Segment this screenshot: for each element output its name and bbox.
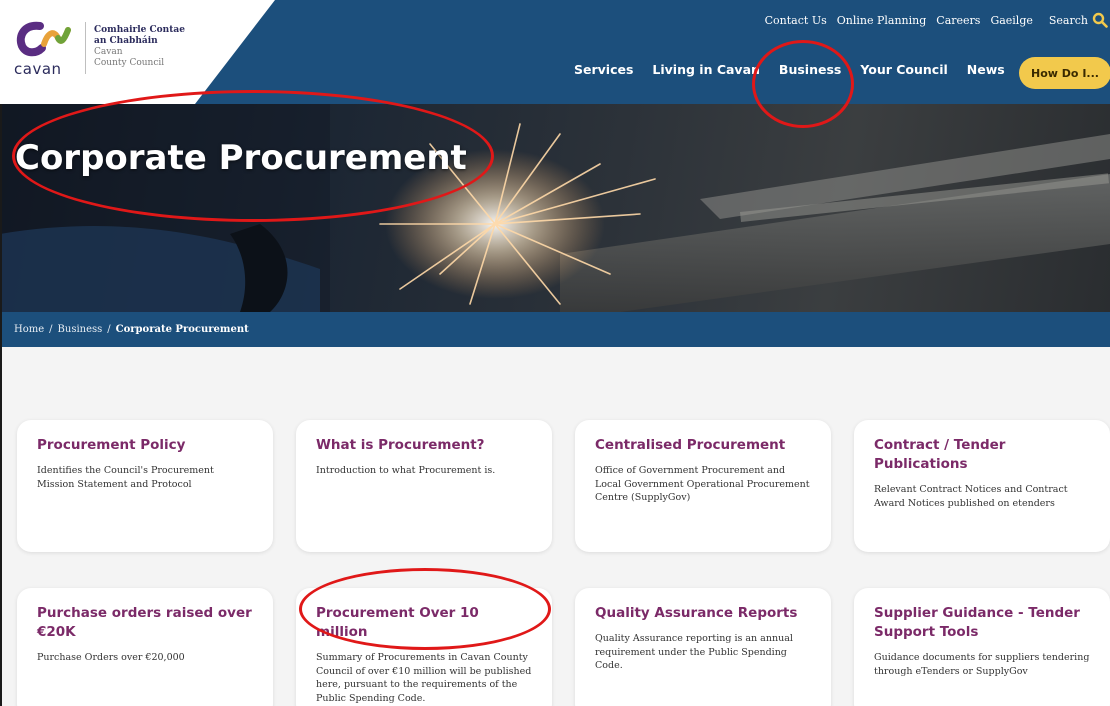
nav-your-council[interactable]: Your Council — [860, 62, 947, 77]
nav-business[interactable]: Business — [779, 62, 841, 77]
util-link-gaeilge[interactable]: Gaeilge — [990, 14, 1032, 27]
card-title: Quality Assurance Reports — [595, 605, 798, 621]
logo-divider — [85, 22, 86, 74]
card-description: Office of Government Procurement and Loc… — [595, 465, 810, 503]
logo-english-line-2: County Council — [94, 58, 165, 68]
card-centralised-procurement[interactable]: Centralised Procurement Office of Govern… — [575, 420, 831, 552]
search-icon — [1092, 12, 1108, 28]
hero-banner: Corporate Procurement — [0, 104, 1110, 312]
card-description: Guidance documents for suppliers tenderi… — [874, 652, 1090, 677]
card-description: Quality Assurance reporting is an annual… — [595, 633, 793, 671]
nav-news[interactable]: News — [967, 62, 1005, 77]
site-header: cavan Comhairle Contae an Chabháin Cavan… — [0, 0, 1110, 104]
card-title: Centralised Procurement — [595, 437, 786, 453]
card-description: Introduction to what Procurement is. — [316, 465, 496, 476]
card-title: Purchase orders raised over €20K — [37, 605, 252, 640]
card-description: Relevant Contract Notices and Contract A… — [874, 484, 1068, 509]
nav-living-in-cavan[interactable]: Living in Cavan — [652, 62, 760, 77]
card-procurement-policy[interactable]: Procurement Policy Identifies the Counci… — [17, 420, 273, 552]
logo-irish-line-2: an Chabháin — [94, 36, 158, 46]
card-what-is-procurement[interactable]: What is Procurement? Introduction to wha… — [296, 420, 552, 552]
card-title: What is Procurement? — [316, 437, 485, 453]
logo-english-line-1: Cavan — [94, 47, 123, 57]
util-link-online-planning[interactable]: Online Planning — [837, 14, 927, 27]
card-title: Supplier Guidance - Tender Support Tools — [874, 605, 1080, 640]
util-link-contact-us[interactable]: Contact Us — [765, 14, 827, 27]
card-description: Summary of Procurements in Cavan County … — [316, 652, 532, 704]
search-label: Search — [1048, 13, 1088, 27]
breadcrumb-home[interactable]: Home — [14, 324, 44, 335]
search-button[interactable]: Search — [1049, 12, 1108, 28]
card-title: Contract / Tender Publications — [874, 437, 1006, 472]
card-description: Identifies the Council's Procurement Mis… — [37, 465, 214, 490]
hero-welding-image — [0, 104, 1110, 312]
main-nav: Services Living in Cavan Business Your C… — [574, 62, 1024, 77]
nav-services[interactable]: Services — [574, 62, 633, 77]
logo-panel[interactable]: cavan Comhairle Contae an Chabháin Cavan… — [0, 0, 275, 104]
card-purchase-orders-over-20k[interactable]: Purchase orders raised over €20K Purchas… — [17, 588, 273, 706]
how-do-i-button[interactable]: How Do I... — [1019, 57, 1110, 89]
page-title: Corporate Procurement — [15, 138, 467, 178]
breadcrumb-current: Corporate Procurement — [115, 324, 249, 335]
logo-irish-line-1: Comhairle Contae — [94, 25, 185, 35]
card-contract-tender-publications[interactable]: Contract / Tender Publications Relevant … — [854, 420, 1110, 552]
breadcrumb: Home / Business / Corporate Procurement — [0, 312, 1110, 347]
logo-wordmark: cavan — [14, 60, 62, 78]
page-left-border — [0, 104, 8, 706]
card-title: Procurement Over 10 million — [316, 605, 479, 640]
breadcrumb-separator: / — [49, 324, 53, 335]
card-description: Purchase Orders over €20,000 — [37, 652, 185, 663]
cavan-logo-icon — [16, 21, 71, 57]
breadcrumb-business[interactable]: Business — [58, 324, 103, 335]
card-title: Procurement Policy — [37, 437, 186, 453]
card-supplier-guidance-tender-support-tools[interactable]: Supplier Guidance - Tender Support Tools… — [854, 588, 1110, 706]
utility-nav: Contact Us Online Planning Careers Gaeil… — [755, 12, 1110, 28]
breadcrumb-separator: / — [107, 324, 111, 335]
logo-council-name: Comhairle Contae an Chabháin Cavan Count… — [94, 25, 185, 69]
card-procurement-over-10-million[interactable]: Procurement Over 10 million Summary of P… — [296, 588, 552, 706]
card-quality-assurance-reports[interactable]: Quality Assurance Reports Quality Assura… — [575, 588, 831, 706]
util-link-careers[interactable]: Careers — [936, 14, 980, 27]
